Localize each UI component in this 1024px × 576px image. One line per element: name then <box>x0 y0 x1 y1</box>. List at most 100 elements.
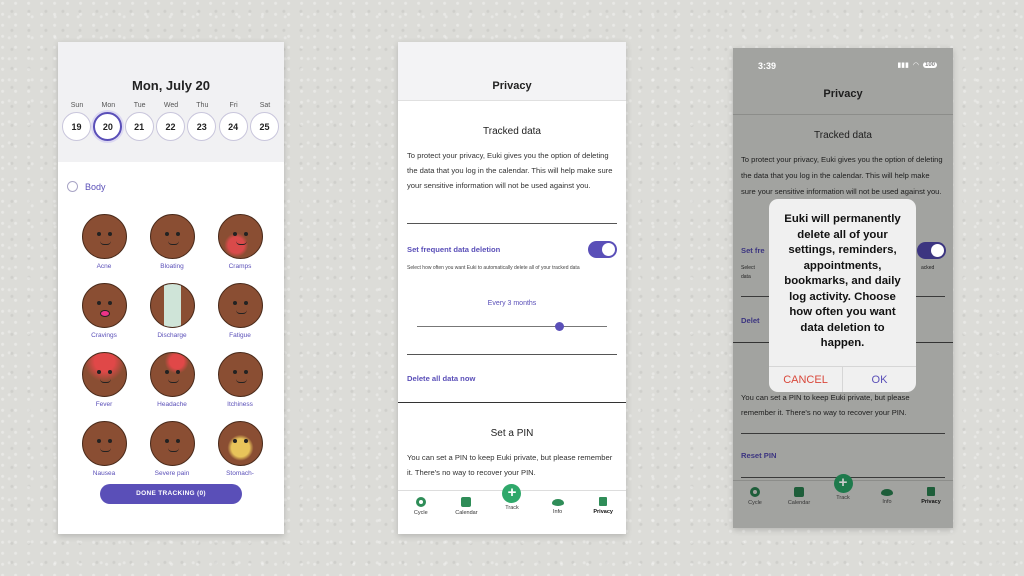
day-thu[interactable]: Thu 23 <box>187 100 217 141</box>
symptom-label: Headache <box>157 401 187 408</box>
face-icon <box>149 352 195 397</box>
plus-icon: + <box>502 484 522 503</box>
symptom-fever[interactable]: Fever <box>70 352 138 410</box>
symptom-discharge[interactable]: Discharge <box>138 283 206 341</box>
day-fri[interactable]: Fri 24 <box>218 100 249 141</box>
cycle-icon <box>750 487 760 497</box>
set-pin-heading: Set a PIN <box>490 428 534 439</box>
freq-slider-track[interactable] <box>417 326 607 327</box>
page-title: Privacy <box>823 88 863 100</box>
symptom-severe-pain[interactable]: Severe pain <box>138 421 206 479</box>
day-name: Sat <box>259 102 271 109</box>
tab-track[interactable]: + Track <box>492 484 532 534</box>
symptom-acne[interactable]: Acne <box>70 214 138 272</box>
eye-icon <box>551 499 564 506</box>
symptom-nausea[interactable]: Nausea <box>70 421 138 479</box>
symptom-label: Fever <box>95 401 113 408</box>
body-section-toggle[interactable]: Body <box>67 181 106 192</box>
divider <box>407 354 617 355</box>
ok-button[interactable]: OK <box>842 367 916 392</box>
done-tracking-button[interactable]: DONE TRACKING (0) <box>100 484 242 504</box>
radio-icon <box>67 181 78 192</box>
week-strip: Sun 19 Mon 20 Tue 21 Wed 22 Thu 23 Fri 24 Sat 2… <box>62 100 280 141</box>
date-title: Mon, July 20 <box>131 78 211 93</box>
lock-icon <box>927 487 935 496</box>
lock-icon <box>599 497 608 506</box>
page-title: Privacy <box>492 80 532 92</box>
nav-header: Privacy <box>398 42 626 101</box>
tracking-screen: Mon, July 20 Sun 19 Mon 20 Tue 21 Wed 22 Thu… <box>58 42 284 534</box>
day-name: Fri <box>229 102 238 109</box>
freq-deletion-label: Set fre <box>741 246 765 255</box>
eye-icon <box>881 489 893 496</box>
symptom-bloating[interactable]: Bloating <box>138 214 206 272</box>
symptom-cramps[interactable]: Cramps <box>206 214 274 272</box>
day-name: Tue <box>133 102 146 109</box>
tab-cycle[interactable]: Cycle <box>401 491 441 534</box>
toggle-knob <box>931 244 944 257</box>
tab-label: Calendar <box>787 500 811 506</box>
face-icon <box>81 421 127 466</box>
section-label: Body <box>85 181 106 192</box>
plus-icon: + <box>833 474 853 493</box>
tracked-data-text: To protect your privacy, Euki gives you … <box>407 151 613 190</box>
freq-deletion-toggle[interactable] <box>588 241 617 258</box>
symptom-label: Cramps <box>228 263 252 270</box>
section-divider <box>398 402 626 403</box>
day-number: 25 <box>249 112 279 141</box>
symptom-cravings[interactable]: Cravings <box>70 283 138 341</box>
face-icon <box>217 421 263 466</box>
tracked-data-heading: Tracked data <box>814 130 872 141</box>
tab-cycle[interactable]: Cycle <box>735 481 775 528</box>
day-name: Mon <box>101 102 116 109</box>
header-divider <box>733 114 953 115</box>
freq-slider-handle[interactable] <box>555 322 564 331</box>
day-wed[interactable]: Wed 22 <box>155 100 186 141</box>
calendar-icon <box>461 497 472 507</box>
dialog-buttons: CANCEL OK <box>769 366 916 392</box>
pin-text: You can set a PIN to keep Euki private, … <box>741 393 910 417</box>
dialog-message: Euki will permanently delete all of your… <box>784 213 901 349</box>
day-number: 20 <box>93 112 123 141</box>
symptom-stomach[interactable]: Stomach- <box>206 421 274 479</box>
face-icon <box>149 421 195 466</box>
calendar-icon <box>794 487 804 497</box>
tab-info[interactable]: Info <box>867 481 907 528</box>
delete-all-link[interactable]: Delete all data now <box>407 374 475 383</box>
reset-pin-link[interactable]: Reset PIN <box>741 451 776 460</box>
day-name: Thu <box>196 102 209 109</box>
tab-label: Privacy <box>593 509 613 515</box>
tab-label: Info <box>552 509 563 515</box>
face-icon <box>81 283 127 328</box>
symptom-label: Fatigue <box>229 332 251 339</box>
tab-privacy[interactable]: Privacy <box>911 481 951 528</box>
symptom-headache[interactable]: Headache <box>138 352 206 410</box>
freq-deletion-toggle[interactable] <box>917 242 946 259</box>
tab-bar: Cycle Calendar + Track Info Privacy <box>398 484 626 534</box>
symptom-fatigue[interactable]: Fatigue <box>206 283 274 341</box>
tab-track[interactable]: + Track <box>823 474 863 528</box>
freq-deletion-label: Set frequent data deletion <box>407 245 501 254</box>
tab-label: Cycle <box>413 510 428 516</box>
pin-text: You can set a PIN to keep Euki private, … <box>407 453 613 477</box>
day-mon[interactable]: Mon 20 <box>93 100 123 141</box>
day-name: Sun <box>70 102 84 109</box>
day-tue[interactable]: Tue 21 <box>124 100 155 141</box>
symptom-itchiness[interactable]: Itchiness <box>206 352 274 410</box>
status-time: 3:39 <box>758 61 777 71</box>
symptom-label: Stomach- <box>226 470 254 477</box>
tab-calendar[interactable]: Calendar <box>446 491 486 534</box>
tab-privacy[interactable]: Privacy <box>583 491 623 534</box>
tab-calendar[interactable]: Calendar <box>779 481 819 528</box>
cancel-button[interactable]: CANCEL <box>769 367 842 392</box>
symptom-label: Discharge <box>157 332 187 339</box>
symptom-label: Itchiness <box>227 401 253 408</box>
tab-label: Calendar <box>455 510 478 516</box>
face-icon <box>81 352 127 397</box>
tab-info[interactable]: Info <box>538 491 578 534</box>
day-sat[interactable]: Sat 25 <box>249 100 280 141</box>
day-number: 24 <box>218 112 248 141</box>
face-icon <box>217 283 263 328</box>
day-sun[interactable]: Sun 19 <box>62 100 92 141</box>
delete-all-link[interactable]: Delet <box>741 316 760 325</box>
